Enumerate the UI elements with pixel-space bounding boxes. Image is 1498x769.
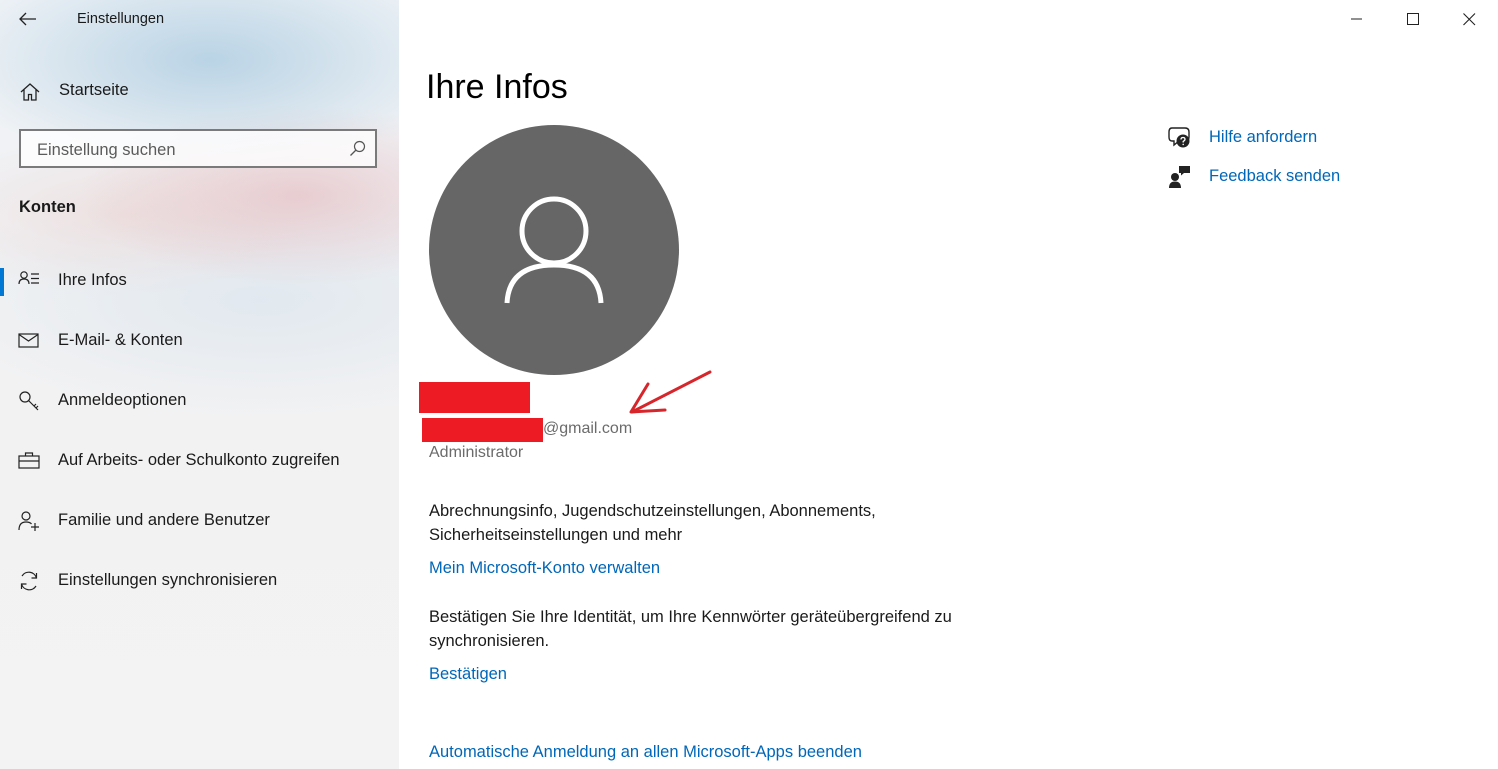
sidebar: Einstellungen Startseite Konten Ihre Inf bbox=[0, 0, 399, 769]
close-button[interactable] bbox=[1446, 0, 1492, 38]
back-arrow-icon bbox=[19, 12, 36, 26]
sidebar-item-arbeits-schulkonto[interactable]: Auf Arbeits- oder Schulkonto zugreifen bbox=[0, 438, 399, 482]
sidebar-item-label: Anmeldeoptionen bbox=[58, 391, 187, 409]
maximize-icon bbox=[1406, 12, 1419, 25]
search-input[interactable] bbox=[35, 138, 339, 162]
verify-identity-text: Bestätigen Sie Ihre Identität, um Ihre K… bbox=[429, 608, 952, 650]
sidebar-item-ihre-infos[interactable]: Ihre Infos bbox=[0, 258, 399, 302]
redacted-email-user bbox=[422, 418, 543, 442]
maximize-button[interactable] bbox=[1390, 0, 1436, 38]
sidebar-item-label: Auf Arbeits- oder Schulkonto zugreifen bbox=[58, 451, 340, 469]
sidebar-item-label: Ihre Infos bbox=[58, 271, 127, 289]
add-person-icon bbox=[18, 511, 39, 531]
back-button[interactable] bbox=[14, 6, 42, 32]
manage-account-link[interactable]: Mein Microsoft-Konto verwalten bbox=[429, 559, 660, 578]
key-icon bbox=[19, 391, 39, 411]
account-role: Administrator bbox=[429, 444, 524, 461]
section-label: Konten bbox=[19, 198, 76, 216]
briefcase-icon bbox=[18, 452, 40, 469]
email-suffix: @gmail.com bbox=[543, 420, 633, 437]
verify-link[interactable]: Bestätigen bbox=[429, 665, 507, 684]
sidebar-item-anmeldeoptionen[interactable]: Anmeldeoptionen bbox=[0, 378, 399, 422]
help-chat-icon bbox=[1168, 127, 1190, 148]
stop-auto-signin-link[interactable]: Automatische Anmeldung an allen Microsof… bbox=[429, 743, 862, 762]
feedback-label: Feedback senden bbox=[1209, 167, 1341, 185]
home-icon bbox=[20, 83, 40, 101]
selection-indicator bbox=[0, 268, 4, 296]
settings-window: Einstellungen Startseite Konten Ihre Inf bbox=[0, 0, 1498, 769]
minimize-icon bbox=[1351, 18, 1362, 20]
search-box[interactable] bbox=[19, 129, 377, 168]
avatar bbox=[429, 125, 679, 375]
sync-icon bbox=[20, 571, 38, 591]
sidebar-item-email-konten[interactable]: E-Mail- & Konten bbox=[0, 318, 399, 362]
sidebar-item-familie-benutzer[interactable]: Familie und andere Benutzer bbox=[0, 498, 399, 542]
close-icon bbox=[1462, 12, 1475, 25]
home-nav-item[interactable]: Startseite bbox=[0, 72, 399, 110]
page-title: Ihre Infos bbox=[426, 68, 568, 106]
mail-icon bbox=[18, 333, 39, 348]
sidebar-item-label: E-Mail- & Konten bbox=[58, 331, 183, 349]
sidebar-item-synchronisieren[interactable]: Einstellungen synchronisieren bbox=[0, 558, 399, 602]
sidebar-item-label: Einstellungen synchronisieren bbox=[58, 571, 278, 589]
minimize-button[interactable] bbox=[1334, 0, 1380, 38]
sidebar-item-label: Familie und andere Benutzer bbox=[58, 511, 270, 529]
search-icon[interactable] bbox=[349, 140, 366, 157]
redacted-name bbox=[419, 382, 530, 413]
get-help-label: Hilfe anfordern bbox=[1209, 128, 1318, 146]
annotation-arrow bbox=[629, 370, 712, 414]
billing-info-text: Abrechnungsinfo, Jugendschutzeinstellung… bbox=[429, 502, 876, 544]
user-silhouette-icon bbox=[504, 196, 604, 304]
person-list-icon bbox=[18, 271, 39, 285]
feedback-icon bbox=[1169, 166, 1190, 188]
home-label: Startseite bbox=[59, 81, 129, 99]
app-title: Einstellungen bbox=[77, 11, 165, 27]
